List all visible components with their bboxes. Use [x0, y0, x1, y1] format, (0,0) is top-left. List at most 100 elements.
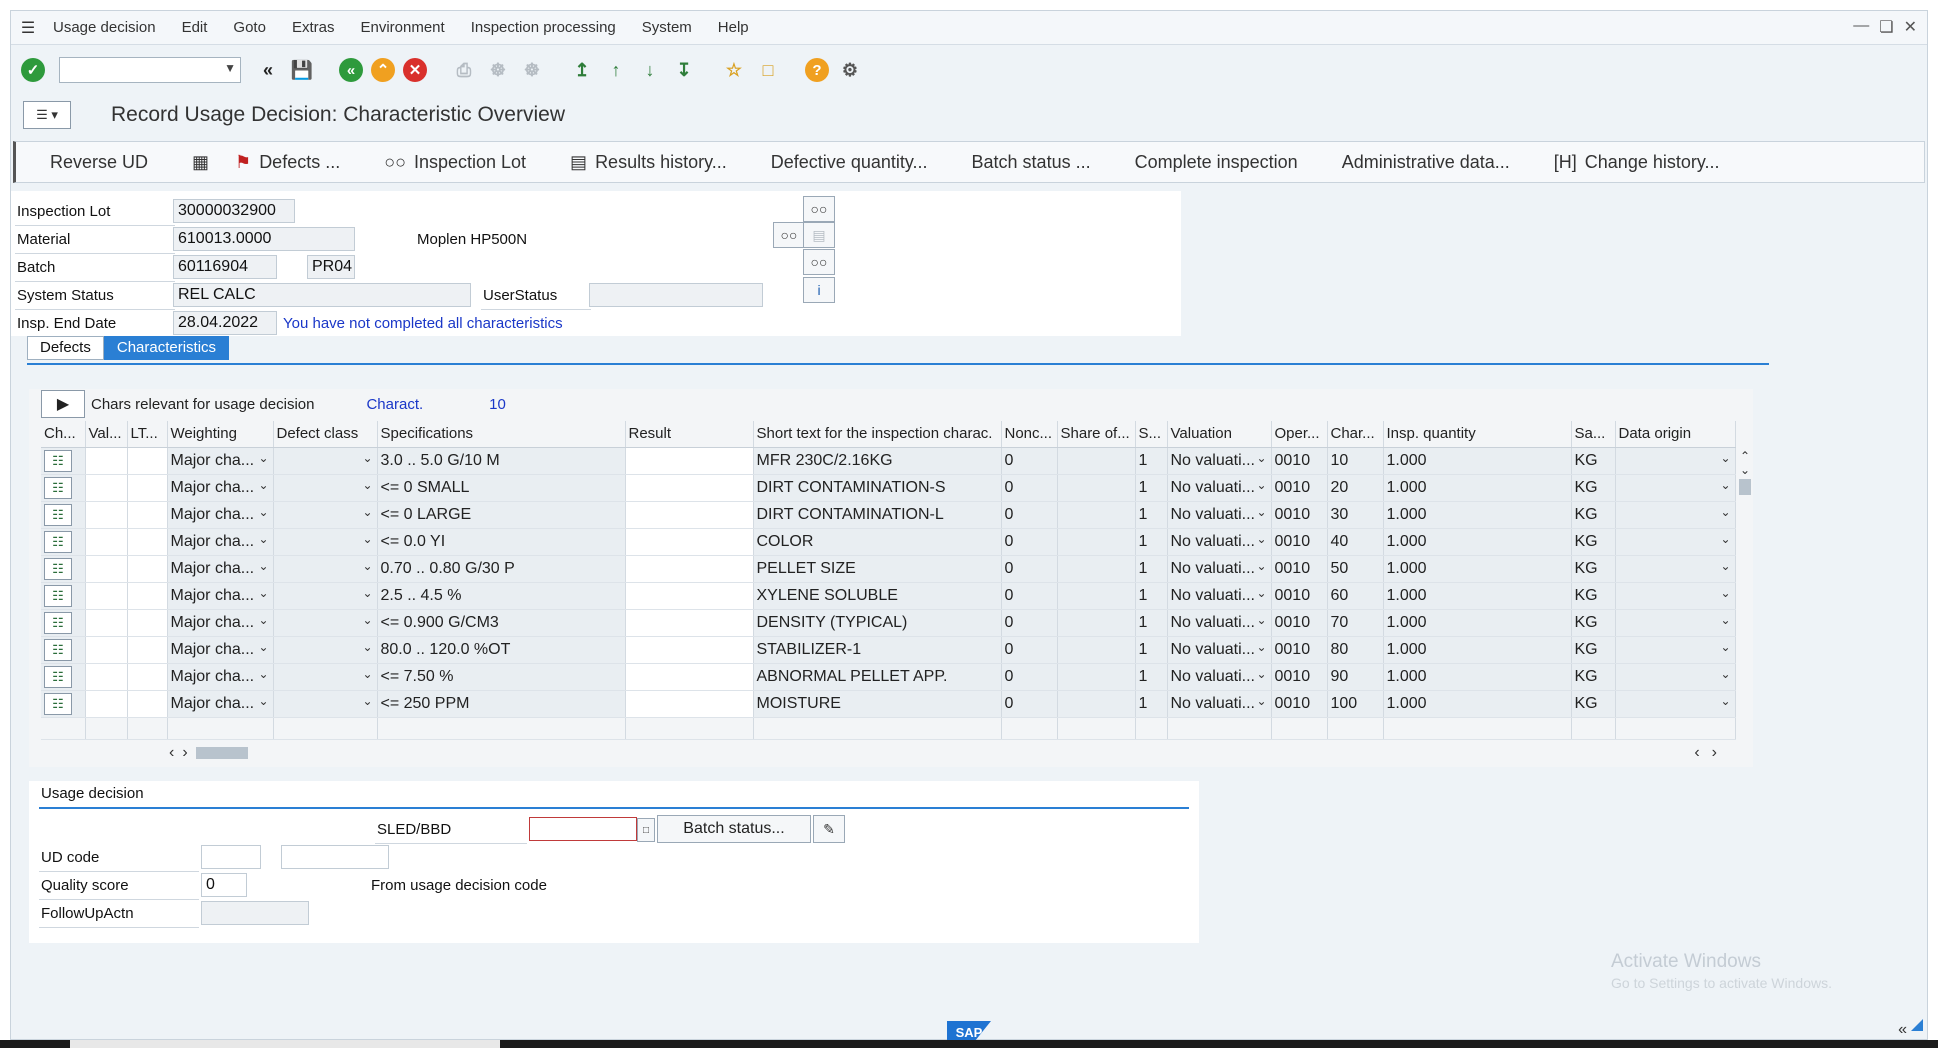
chevron-down-icon[interactable]: ⌄ [1720, 667, 1730, 681]
row-select-cell[interactable]: ☷ [41, 609, 86, 637]
menu-extras[interactable]: Extras [292, 19, 335, 36]
inspection-lot-button[interactable]: ○○ Inspection Lot [384, 152, 526, 173]
value-help-icon[interactable]: □ [637, 818, 655, 842]
valuation-cell[interactable]: No valuati... ⌄ [1167, 555, 1272, 583]
chevron-down-icon[interactable]: ⌄ [1720, 694, 1730, 708]
chevron-down-icon[interactable]: ⌄ [258, 451, 268, 465]
play-icon[interactable]: ▶ [41, 390, 85, 418]
scroll-thumb[interactable] [1739, 479, 1751, 495]
chevron-down-icon[interactable]: ⌄ [362, 640, 372, 654]
cancel-icon[interactable]: ✕ [403, 58, 427, 82]
chevron-down-icon[interactable]: ⌄ [1256, 667, 1266, 681]
result-cell[interactable] [625, 474, 754, 502]
weighting-cell[interactable]: Major cha... ⌄ [167, 636, 274, 664]
defect-class-cell[interactable]: ⌄ [273, 582, 378, 610]
weighting-cell[interactable]: Major cha... ⌄ [167, 555, 274, 583]
scroll-up-icon[interactable]: ⌃ [1737, 449, 1753, 463]
horizontal-scrollbar-left[interactable]: ‹ › [169, 744, 248, 762]
column-header[interactable]: Sa... [1571, 421, 1616, 448]
restore-icon[interactable]: ❏ [1879, 17, 1893, 37]
defect-class-cell[interactable]: ⌄ [273, 555, 378, 583]
menu-overview-icon[interactable]: ☰ ▾ [23, 101, 71, 129]
chevron-down-icon[interactable]: ⌄ [362, 532, 372, 546]
weighting-cell[interactable]: Major cha... ⌄ [167, 474, 274, 502]
administrative-data-button[interactable]: Administrative data... [1342, 152, 1510, 173]
table-row[interactable]: ☷ Major cha... ⌄ ⌄ 3.0 .. 5.0 G/10 M MFR 230C… [41, 447, 1736, 475]
scroll-right-icon[interactable]: › [182, 744, 187, 762]
material-field[interactable]: 610013.0000 [173, 227, 355, 251]
column-header[interactable]: Data origin [1615, 421, 1736, 448]
column-header[interactable]: Specifications [377, 421, 626, 448]
batch-status-button[interactable]: Batch status... [657, 815, 811, 843]
table-row[interactable]: ☷ Major cha... ⌄ ⌄ <= 0.0 YI COLOR 0 1 No valuat… [41, 528, 1736, 556]
column-header[interactable]: Char... [1327, 421, 1384, 448]
column-header[interactable]: Defect class [273, 421, 378, 448]
gear-icon[interactable]: ⚙ [837, 57, 863, 83]
scroll-down-icon[interactable]: ⌄ [1737, 463, 1753, 477]
table-row[interactable]: ☷ Major cha... ⌄ ⌄ 80.0 .. 120.0 %OT STABILIZ… [41, 636, 1736, 664]
characteristic-detail-icon[interactable]: ☷ [44, 584, 72, 607]
column-header[interactable]: Ch... [41, 421, 86, 448]
chevron-down-icon[interactable]: ⌄ [258, 478, 268, 492]
column-header[interactable]: LT... [127, 421, 168, 448]
column-header[interactable]: Weighting [167, 421, 274, 448]
defect-class-cell[interactable]: ⌄ [273, 474, 378, 502]
result-cell[interactable] [625, 528, 754, 556]
column-header[interactable]: Short text for the inspection charac. [753, 421, 1002, 448]
column-header[interactable]: Result [625, 421, 754, 448]
characteristic-detail-icon[interactable]: ☷ [44, 665, 72, 688]
exit-icon[interactable]: ⌃ [371, 58, 395, 82]
characteristic-detail-icon[interactable]: ☷ [44, 449, 72, 472]
menu-usage-decision[interactable]: Usage decision [53, 19, 156, 36]
valuation-cell[interactable]: No valuati... ⌄ [1167, 528, 1272, 556]
save-icon[interactable]: 💾 [289, 57, 315, 83]
row-select-cell[interactable]: ☷ [41, 447, 86, 475]
data-origin-cell[interactable]: ⌄ [1615, 582, 1736, 610]
ud-code-input[interactable] [281, 845, 389, 869]
chevron-down-icon[interactable]: ⌄ [1256, 640, 1266, 654]
characteristic-detail-icon[interactable]: ☷ [44, 530, 72, 553]
menu-environment[interactable]: Environment [360, 19, 444, 36]
reverse-ud-button[interactable]: Reverse UD [50, 152, 148, 173]
defect-class-cell[interactable]: ⌄ [273, 663, 378, 691]
row-select-cell[interactable]: ☷ [41, 582, 86, 610]
table-row[interactable]: ☷ Major cha... ⌄ ⌄ 0.70 .. 0.80 G/30 P PELLET… [41, 555, 1736, 583]
vertical-scrollbar[interactable]: ⌃ ⌄ [1737, 449, 1753, 729]
weighting-cell[interactable]: Major cha... ⌄ [167, 582, 274, 610]
chevron-down-icon[interactable]: ⌄ [258, 667, 268, 681]
column-header[interactable]: Insp. quantity [1383, 421, 1572, 448]
shortcut-icon[interactable]: □ [755, 57, 781, 83]
valuation-cell[interactable]: No valuati... ⌄ [1167, 663, 1272, 691]
change-history-button[interactable]: [H] Change history... [1554, 152, 1720, 173]
find-icon[interactable]: ☸ [485, 57, 511, 83]
chevron-down-icon[interactable]: ▼ [224, 61, 236, 75]
first-page-icon[interactable]: ↥ [569, 57, 595, 83]
chevron-down-icon[interactable]: ⌄ [1256, 505, 1266, 519]
chevron-down-icon[interactable]: ⌄ [258, 559, 268, 573]
chevron-down-icon[interactable]: ⌄ [1720, 451, 1730, 465]
chevron-down-icon[interactable]: ⌄ [1720, 640, 1730, 654]
valuation-cell[interactable]: No valuati... ⌄ [1167, 690, 1272, 718]
table-row[interactable]: ☷ Major cha... ⌄ ⌄ 2.5 .. 4.5 % XYLENE SOLUBL… [41, 582, 1736, 610]
row-select-cell[interactable]: ☷ [41, 690, 86, 718]
results-history-button[interactable]: ▤ Results history... [570, 152, 727, 173]
weighting-cell[interactable]: Major cha... ⌄ [167, 663, 274, 691]
user-status-field[interactable] [589, 283, 763, 307]
scroll-left-icon[interactable]: ‹ [169, 744, 174, 762]
characteristic-detail-icon[interactable]: ☷ [44, 503, 72, 526]
edit-document-icon[interactable]: ✎ [813, 815, 845, 843]
characteristic-detail-icon[interactable]: ☷ [44, 692, 72, 715]
defect-class-cell[interactable]: ⌄ [273, 609, 378, 637]
result-cell[interactable] [625, 690, 754, 718]
followup-field[interactable] [201, 901, 309, 925]
scroll-left-icon[interactable]: ‹ [1694, 744, 1699, 762]
resize-corner[interactable] [1911, 1019, 1923, 1031]
defect-class-cell[interactable]: ⌄ [273, 690, 378, 718]
chevron-down-icon[interactable]: ⌄ [258, 505, 268, 519]
defective-quantity-button[interactable]: Defective quantity... [771, 152, 928, 173]
chevron-down-icon[interactable]: ⌄ [1720, 559, 1730, 573]
chevron-down-icon[interactable]: ⌄ [258, 613, 268, 627]
row-select-cell[interactable]: ☷ [41, 663, 86, 691]
defect-class-cell[interactable]: ⌄ [273, 447, 378, 475]
defect-class-cell[interactable]: ⌄ [273, 636, 378, 664]
